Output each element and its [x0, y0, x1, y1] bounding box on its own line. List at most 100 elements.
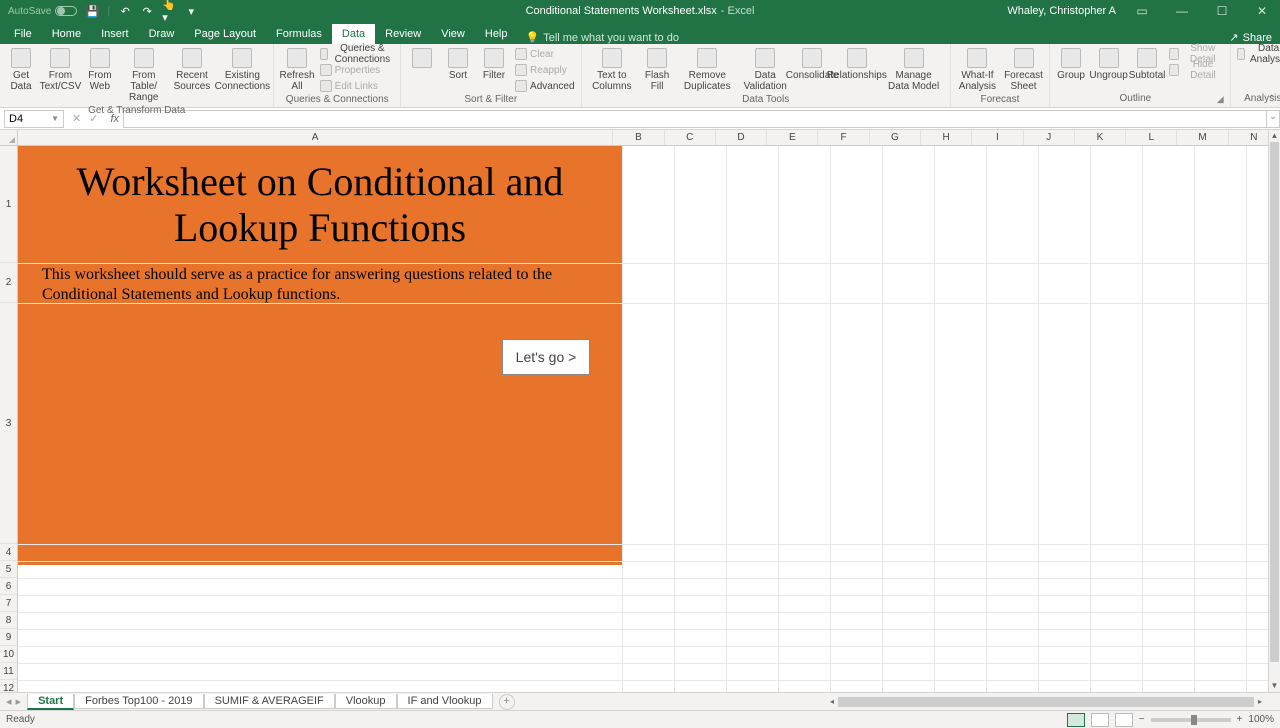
data-analysis-button[interactable]: Data Analysis: [1235, 46, 1280, 62]
sheet-nav-last-button[interactable]: ▸: [16, 695, 22, 708]
row-header-9[interactable]: 9: [0, 629, 17, 646]
column-header-l[interactable]: L: [1126, 130, 1177, 145]
maximize-button[interactable]: ☐: [1208, 4, 1236, 18]
tell-me-search[interactable]: 💡 Tell me what you want to do: [518, 31, 687, 44]
spreadsheet-grid[interactable]: Worksheet on Conditional and Lookup Func…: [18, 146, 1280, 692]
group-button[interactable]: Group: [1054, 46, 1088, 83]
sheet-tab-sumif[interactable]: SUMIF & AVERAGEIF: [204, 694, 335, 709]
text-to-columns-button[interactable]: Text to Columns: [586, 46, 639, 94]
from-table-button[interactable]: From Table/ Range: [119, 46, 169, 105]
column-header-c[interactable]: C: [665, 130, 716, 145]
subtotal-button[interactable]: Subtotal: [1129, 46, 1165, 83]
cell-a5[interactable]: [18, 548, 622, 565]
from-web-button[interactable]: From Web: [83, 46, 117, 94]
from-textcsv-button[interactable]: From Text/CSV: [40, 46, 81, 94]
column-header-k[interactable]: K: [1075, 130, 1126, 145]
hscroll-thumb[interactable]: [838, 697, 1254, 707]
column-header-d[interactable]: D: [716, 130, 767, 145]
row-header-5[interactable]: 5: [0, 561, 17, 578]
save-icon[interactable]: 💾: [85, 4, 99, 18]
sort-az-button[interactable]: [405, 46, 439, 72]
filter-button[interactable]: Filter: [477, 46, 511, 83]
tab-draw[interactable]: Draw: [139, 24, 185, 44]
manage-data-model-button[interactable]: Manage Data Model: [881, 46, 946, 94]
user-name[interactable]: Whaley, Christopher A: [1007, 5, 1116, 17]
touch-mode-button[interactable]: 👆▾: [162, 4, 176, 18]
vscroll-thumb[interactable]: [1270, 142, 1279, 662]
column-header-m[interactable]: M: [1177, 130, 1228, 145]
tab-view[interactable]: View: [431, 24, 475, 44]
tab-insert[interactable]: Insert: [91, 24, 139, 44]
vertical-scrollbar[interactable]: ▲ ▼: [1268, 130, 1280, 692]
sheet-nav-first-button[interactable]: ◂: [6, 695, 12, 708]
group-label-queries: Queries & Connections: [278, 94, 396, 106]
horizontal-scrollbar[interactable]: ◂ ▸: [826, 696, 1266, 708]
select-all-button[interactable]: [0, 130, 18, 145]
row-header-4[interactable]: 4: [0, 544, 17, 561]
tab-review[interactable]: Review: [375, 24, 431, 44]
lets-go-button[interactable]: Let's go >: [502, 339, 590, 375]
formula-bar-expand-button[interactable]: ⌄: [1266, 110, 1280, 128]
forecast-sheet-button[interactable]: Forecast Sheet: [1002, 46, 1045, 94]
column-header-a[interactable]: A: [18, 130, 614, 145]
column-header-f[interactable]: F: [818, 130, 869, 145]
tab-page-layout[interactable]: Page Layout: [184, 24, 266, 44]
worksheet-title[interactable]: Worksheet on Conditional and Lookup Func…: [18, 146, 622, 263]
add-sheet-button[interactable]: +: [499, 694, 515, 710]
row-header-10[interactable]: 10: [0, 646, 17, 663]
advanced-button[interactable]: Advanced: [513, 78, 576, 94]
tab-formulas[interactable]: Formulas: [266, 24, 332, 44]
row-header-7[interactable]: 7: [0, 595, 17, 612]
scroll-right-button[interactable]: ▸: [1254, 697, 1266, 706]
undo-button[interactable]: ↶: [118, 4, 132, 18]
tab-file[interactable]: File: [4, 24, 42, 44]
tab-help[interactable]: Help: [475, 24, 518, 44]
column-header-i[interactable]: I: [972, 130, 1023, 145]
row-header-11[interactable]: 11: [0, 663, 17, 680]
row-header-6[interactable]: 6: [0, 578, 17, 595]
collapse-ribbon-button[interactable]: ⌃: [1268, 94, 1276, 105]
column-header-e[interactable]: E: [767, 130, 818, 145]
qat-customize-button[interactable]: ▾: [184, 4, 198, 18]
tab-data[interactable]: Data: [332, 24, 375, 44]
ribbon-display-button[interactable]: ▭: [1128, 4, 1156, 18]
tab-home[interactable]: Home: [42, 24, 91, 44]
relationships-button[interactable]: Relationships: [834, 46, 879, 83]
queries-connections-button[interactable]: Queries & Connections: [318, 46, 396, 62]
row-header-2[interactable]: 2: [0, 263, 17, 303]
scroll-left-button[interactable]: ◂: [826, 697, 838, 706]
cell-a4[interactable]: Let's go >: [18, 307, 622, 548]
column-header-g[interactable]: G: [870, 130, 921, 145]
data-validation-button[interactable]: Data Validation: [740, 46, 790, 94]
scroll-up-button[interactable]: ▲: [1269, 130, 1280, 142]
worksheet-description[interactable]: This worksheet should serve as a practic…: [18, 263, 622, 307]
sheet-tab-start[interactable]: Start: [27, 694, 74, 710]
refresh-all-button[interactable]: Refresh All: [278, 46, 315, 94]
sheet-tab-forbes[interactable]: Forbes Top100 - 2019: [74, 694, 203, 709]
column-header-j[interactable]: J: [1024, 130, 1075, 145]
sheet-tab-ifvlookup[interactable]: IF and Vlookup: [397, 694, 493, 709]
autosave-toggle[interactable]: AutoSave: [8, 6, 77, 17]
sheet-tab-vlookup[interactable]: Vlookup: [335, 694, 397, 709]
existing-connections-button[interactable]: Existing Connections: [215, 46, 269, 94]
ungroup-button[interactable]: Ungroup: [1090, 46, 1127, 83]
scroll-down-button[interactable]: ▼: [1269, 680, 1280, 692]
reapply-icon: [515, 64, 527, 76]
redo-button[interactable]: ↷: [140, 4, 154, 18]
row-header-1[interactable]: 1: [0, 146, 17, 263]
recent-sources-button[interactable]: Recent Sources: [171, 46, 214, 94]
row-header-3[interactable]: 3: [0, 303, 17, 544]
whatif-button[interactable]: What-If Analysis: [955, 46, 1000, 94]
row-header-8[interactable]: 8: [0, 612, 17, 629]
minimize-button[interactable]: —: [1168, 4, 1196, 18]
close-button[interactable]: ✕: [1248, 4, 1276, 18]
formula-input[interactable]: [123, 110, 1266, 128]
get-data-button[interactable]: Get Data: [4, 46, 38, 94]
sort-button[interactable]: Sort: [441, 46, 475, 83]
subtotal-icon: [1137, 48, 1157, 68]
column-header-h[interactable]: H: [921, 130, 972, 145]
outline-dialog-launcher[interactable]: ◢: [1217, 94, 1224, 105]
flash-fill-button[interactable]: Flash Fill: [640, 46, 674, 94]
remove-duplicates-button[interactable]: Remove Duplicates: [676, 46, 738, 94]
column-header-b[interactable]: B: [613, 130, 664, 145]
